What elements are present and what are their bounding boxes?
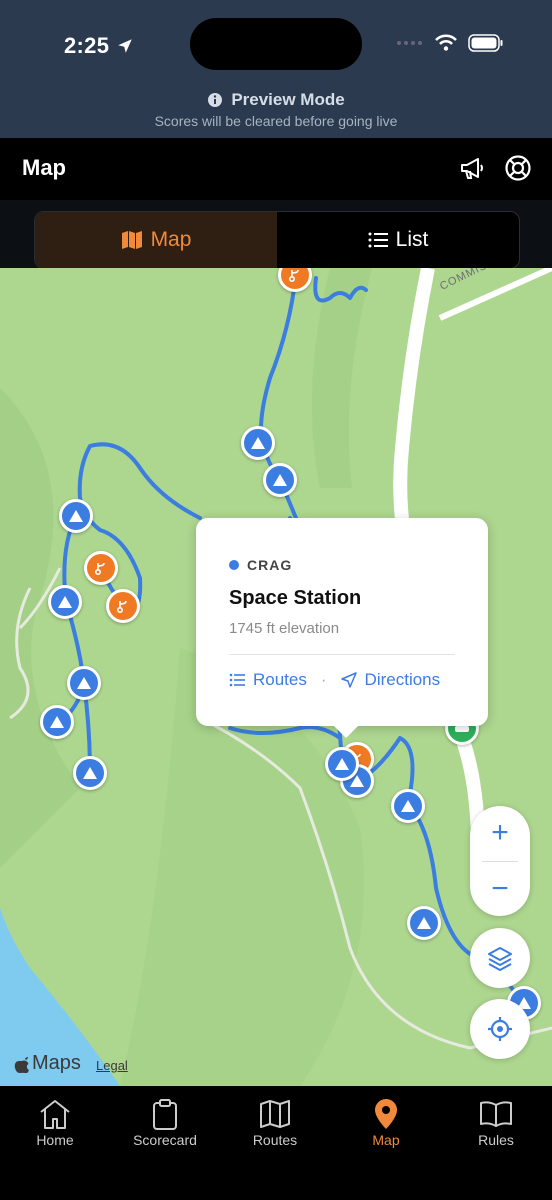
- map-view-tab[interactable]: Map: [35, 212, 277, 268]
- page-title: Map: [22, 155, 66, 180]
- minus-icon: −: [491, 872, 509, 905]
- directions-button[interactable]: Directions: [340, 670, 441, 690]
- triangle-icon: [69, 510, 83, 522]
- crag-type-label: CRAG: [247, 557, 293, 573]
- crag-marker[interactable]: [59, 499, 93, 533]
- list-view-label: List: [395, 228, 429, 251]
- preview-subtitle: Scores will be cleared before going live: [154, 113, 398, 129]
- view-toggle-bar: Map List: [0, 200, 552, 269]
- tab-routes[interactable]: Routes: [220, 1096, 330, 1148]
- tab-rules[interactable]: Rules: [441, 1096, 551, 1148]
- tab-home-label: Home: [36, 1132, 74, 1148]
- triangle-icon: [335, 758, 349, 770]
- tab-map-label: Map: [372, 1132, 400, 1148]
- cellular-signal-icon: [397, 41, 422, 45]
- route-icon: [288, 269, 299, 283]
- triangle-icon: [83, 767, 97, 779]
- route-marker[interactable]: [106, 589, 140, 623]
- triangle-icon: [417, 917, 431, 929]
- triangle-icon: [273, 474, 287, 486]
- tab-home[interactable]: Home: [0, 1096, 110, 1148]
- triangle-icon: [58, 596, 72, 608]
- triangle-icon: [77, 677, 91, 689]
- callout-divider: [229, 654, 455, 655]
- route-icon: [116, 600, 127, 614]
- map-icon: [121, 231, 142, 249]
- wifi-icon: [435, 34, 457, 51]
- megaphone-icon[interactable]: [458, 154, 486, 182]
- maps-attribution: Maps: [14, 1052, 81, 1075]
- crag-marker[interactable]: [391, 789, 425, 823]
- preview-banner: Preview Mode Scores will be cleared befo…: [0, 90, 552, 129]
- tab-scorecard[interactable]: Scorecard: [110, 1096, 220, 1148]
- dynamic-island: [190, 18, 362, 70]
- map-canvas[interactable]: COMMISSION CRAG Space Station 1745 ft el…: [0, 268, 552, 1086]
- home-icon: [40, 1100, 70, 1129]
- locate-me-button[interactable]: [470, 999, 530, 1059]
- crag-callout[interactable]: CRAG Space Station 1745 ft elevation Rou…: [196, 518, 488, 738]
- crag-marker-selected[interactable]: [325, 747, 359, 781]
- zoom-out-button[interactable]: −: [470, 862, 530, 916]
- nav-header: Map: [0, 138, 552, 200]
- support-icon[interactable]: [504, 154, 532, 182]
- crag-marker[interactable]: [73, 756, 107, 790]
- route-marker[interactable]: [84, 551, 118, 585]
- crag-marker[interactable]: [40, 705, 74, 739]
- crag-marker[interactable]: [407, 906, 441, 940]
- plus-icon: +: [491, 816, 509, 849]
- map-layers-button[interactable]: [470, 928, 530, 988]
- crag-elevation: 1745 ft elevation: [229, 620, 340, 637]
- list-icon: [368, 232, 388, 248]
- layers-icon: [488, 947, 512, 971]
- location-arrow-icon: [117, 39, 132, 53]
- routes-button-label: Routes: [253, 670, 307, 689]
- crosshair-icon: [488, 1017, 512, 1041]
- tab-routes-label: Routes: [252, 1132, 298, 1148]
- tab-rules-label: Rules: [478, 1132, 514, 1148]
- list-icon: [229, 673, 245, 687]
- crag-marker[interactable]: [241, 426, 275, 460]
- navigation-arrow-icon: [340, 672, 357, 688]
- view-toggle: Map List: [34, 211, 520, 269]
- status-icons: [396, 34, 504, 52]
- map-fold-icon: [260, 1100, 290, 1128]
- tab-scorecard-label: Scorecard: [133, 1132, 197, 1148]
- route-icon: [94, 562, 105, 576]
- map-pin-icon: [375, 1099, 397, 1129]
- crag-marker[interactable]: [263, 463, 297, 497]
- battery-icon: [468, 34, 503, 52]
- triangle-icon: [50, 716, 64, 728]
- info-icon: [208, 93, 223, 107]
- book-icon: [480, 1101, 512, 1127]
- apple-logo-icon: [14, 1056, 29, 1073]
- triangle-icon: [251, 437, 265, 449]
- status-time: 2:25: [64, 33, 134, 59]
- maps-brand-label: Maps: [32, 1052, 81, 1074]
- status-bar: 2:25 Preview Mode Scores will be cleared…: [0, 0, 552, 138]
- preview-title: Preview Mode: [231, 90, 345, 109]
- crag-type-tag: CRAG: [229, 557, 292, 573]
- legal-link[interactable]: Legal: [96, 1058, 128, 1073]
- map-view-label: Map: [150, 228, 192, 251]
- crag-dot-icon: [229, 560, 239, 570]
- crag-marker[interactable]: [48, 585, 82, 619]
- zoom-control: + −: [470, 806, 530, 916]
- clipboard-icon: [153, 1099, 177, 1130]
- crag-marker[interactable]: [67, 666, 101, 700]
- action-separator: ·: [320, 670, 327, 689]
- list-view-tab[interactable]: List: [277, 212, 519, 268]
- routes-button[interactable]: Routes: [229, 670, 307, 690]
- zoom-in-button[interactable]: +: [470, 806, 530, 860]
- crag-name: Space Station: [229, 587, 362, 609]
- triangle-icon: [401, 800, 415, 812]
- directions-button-label: Directions: [364, 670, 441, 689]
- tab-map[interactable]: Map: [331, 1096, 441, 1148]
- tab-bar: Home Scorecard Routes Map Rules: [0, 1086, 552, 1200]
